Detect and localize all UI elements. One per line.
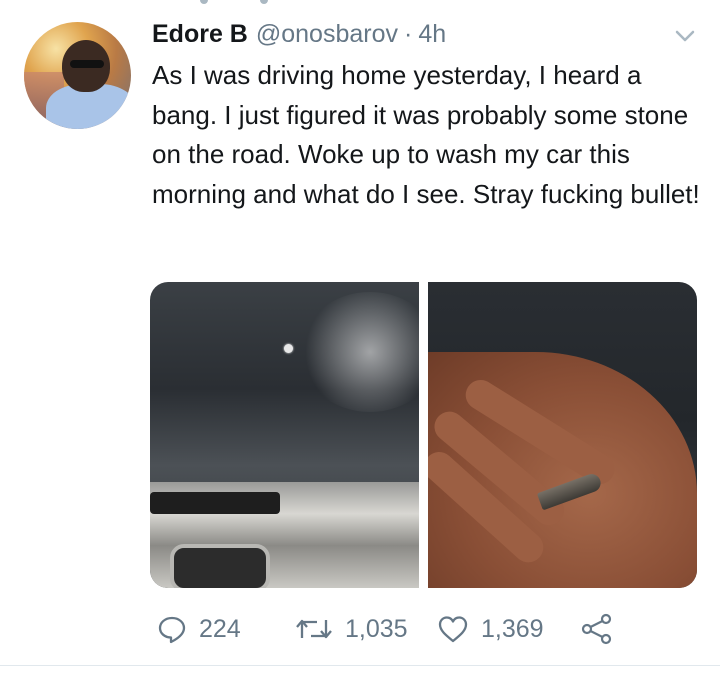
retweet-icon	[296, 619, 332, 639]
share-icon	[581, 613, 612, 645]
author-name[interactable]: Edore B	[152, 20, 248, 49]
cropped-icon	[260, 0, 268, 4]
avatar-sunglasses	[70, 60, 104, 68]
previous-tweet-edge	[0, 0, 720, 6]
bullet-hole	[284, 344, 293, 353]
tweet-header: Edore B @onosbarov · 4h	[152, 14, 446, 54]
car-grille	[150, 482, 419, 588]
cropped-icon	[200, 0, 208, 4]
like-count: 1,369	[481, 614, 544, 643]
photo-reflection	[300, 292, 419, 412]
chevron-down-icon[interactable]	[673, 26, 697, 46]
like-button[interactable]: 1,369	[437, 611, 544, 647]
tweet-timestamp[interactable]: 4h	[418, 20, 446, 49]
tweet-media[interactable]	[150, 282, 697, 588]
reply-count: 224	[199, 614, 241, 643]
share-button[interactable]	[581, 611, 613, 647]
heart-icon	[438, 616, 468, 643]
car-bullet-hole-photo[interactable]	[150, 282, 419, 588]
author-handle[interactable]: @onosbarov	[256, 20, 398, 49]
avatar[interactable]	[24, 22, 131, 129]
retweet-button[interactable]: 1,035	[295, 611, 408, 647]
car-logo	[170, 544, 270, 588]
header-separator: ·	[404, 19, 413, 48]
grille-bar	[150, 492, 280, 514]
tweet-divider	[0, 665, 720, 666]
hand-holding-bullet-photo[interactable]	[428, 282, 697, 588]
tweet-text: As I was driving home yesterday, I heard…	[152, 60, 700, 209]
retweet-count: 1,035	[345, 614, 408, 643]
reply-icon	[158, 616, 186, 644]
reply-button[interactable]: 224	[157, 611, 241, 647]
